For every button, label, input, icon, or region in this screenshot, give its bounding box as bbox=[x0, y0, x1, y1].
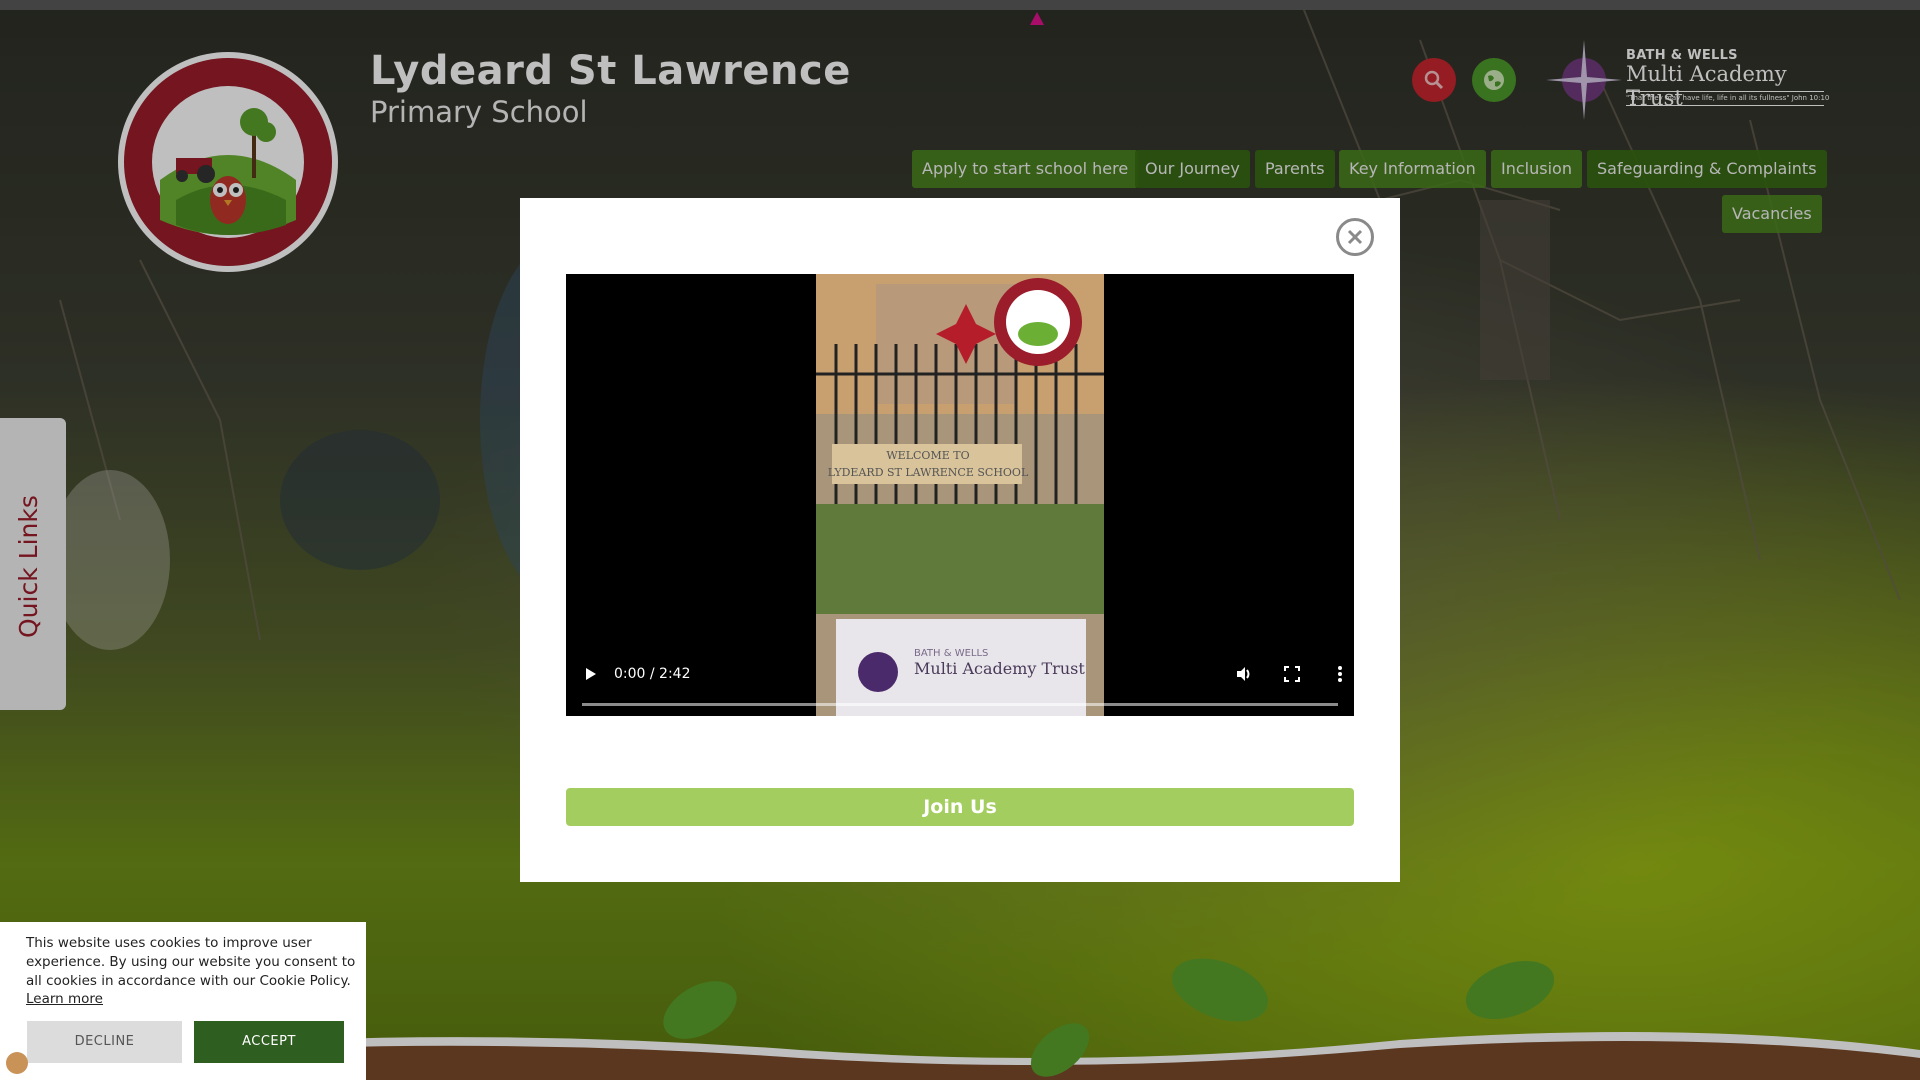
volume-button[interactable] bbox=[1232, 662, 1256, 686]
accept-button[interactable]: ACCEPT bbox=[194, 1021, 344, 1063]
video-sign-line2: LYDEARD ST LAWRENCE SCHOOL bbox=[828, 466, 1029, 479]
more-vertical-icon bbox=[1338, 666, 1342, 682]
video-frame: WELCOME TO LYDEARD ST LAWRENCE SCHOOL BA… bbox=[816, 274, 1104, 716]
close-button[interactable] bbox=[1336, 218, 1374, 256]
video-controls: 0:00 / 2:42 bbox=[566, 652, 1354, 716]
cookie-learn-more-link[interactable]: Learn more bbox=[26, 990, 103, 1009]
cookie-text: This website uses cookies to improve use… bbox=[26, 935, 356, 989]
more-options-button[interactable] bbox=[1328, 662, 1352, 686]
cookie-icon[interactable] bbox=[6, 1052, 28, 1074]
video-time: 0:00 / 2:42 bbox=[614, 666, 691, 682]
volume-icon bbox=[1237, 667, 1250, 681]
play-button[interactable] bbox=[578, 662, 602, 686]
video-player[interactable]: WELCOME TO LYDEARD ST LAWRENCE SCHOOL BA… bbox=[566, 274, 1354, 716]
fullscreen-button[interactable] bbox=[1280, 662, 1304, 686]
video-progress-bar[interactable] bbox=[582, 703, 1338, 706]
video-sign-line1: WELCOME TO bbox=[886, 449, 969, 462]
fullscreen-icon bbox=[1284, 666, 1300, 682]
cookie-banner: This website uses cookies to improve use… bbox=[0, 922, 366, 1080]
play-icon bbox=[586, 668, 596, 680]
decline-button[interactable]: DECLINE bbox=[27, 1021, 182, 1063]
join-us-button[interactable]: Join Us bbox=[566, 788, 1354, 826]
video-modal: WELCOME TO LYDEARD ST LAWRENCE SCHOOL BA… bbox=[520, 198, 1400, 882]
close-icon bbox=[1347, 229, 1363, 245]
